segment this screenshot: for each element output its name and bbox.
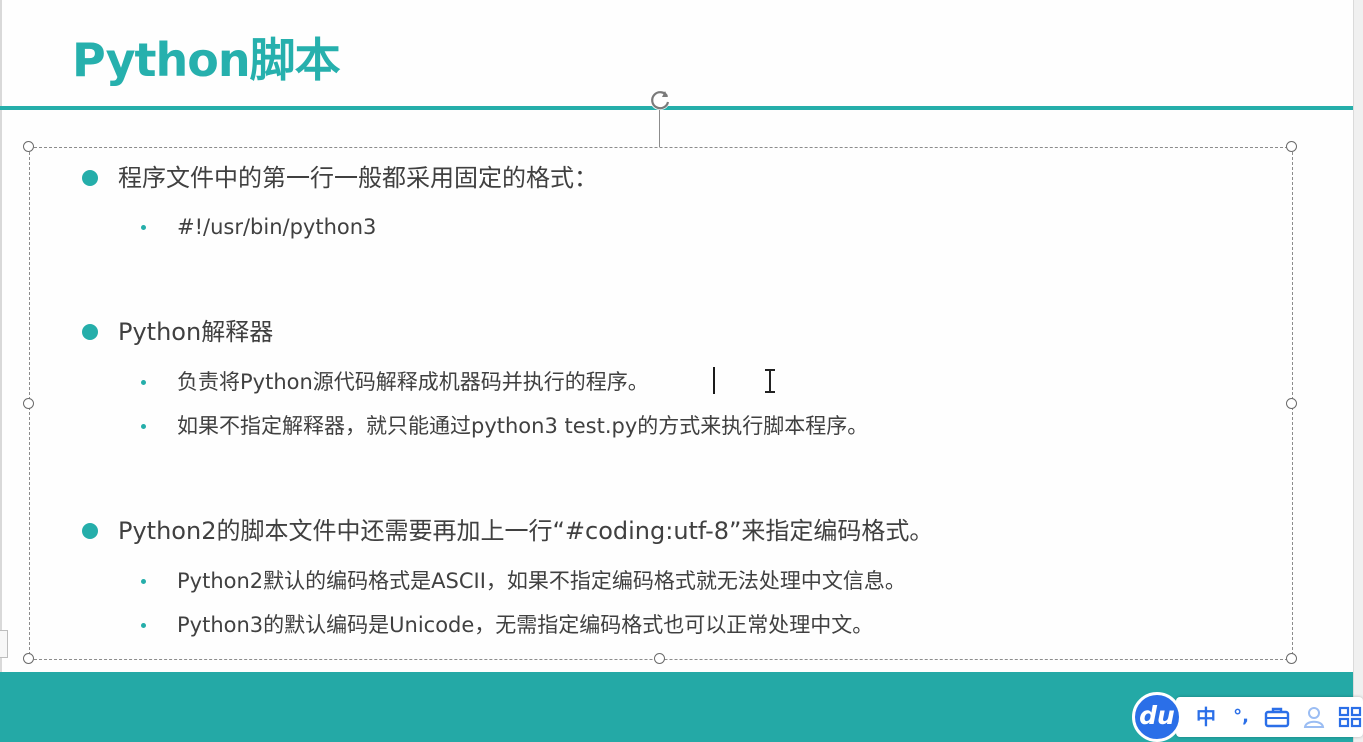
side-panel-tab[interactable] bbox=[0, 630, 8, 658]
ime-punctuation-toggle[interactable]: °, bbox=[1226, 702, 1256, 732]
resize-handle-bottom-left[interactable] bbox=[23, 653, 34, 664]
resize-handle-bottom-center[interactable] bbox=[654, 653, 665, 664]
resize-handle-top-left[interactable] bbox=[23, 141, 34, 152]
textbox-selection-frame[interactable] bbox=[29, 147, 1293, 660]
user-icon[interactable] bbox=[1302, 705, 1326, 729]
resize-handle-bottom-right[interactable] bbox=[1286, 653, 1297, 664]
resize-handle-top-right[interactable] bbox=[1286, 141, 1297, 152]
rotation-stem bbox=[659, 110, 660, 147]
rotate-handle-icon[interactable] bbox=[646, 86, 674, 114]
slide-canvas: Python脚本 程序文件中的第一行一般都采用固定的格式： #!/usr/bin… bbox=[0, 0, 1363, 742]
toolbox-icon[interactable] bbox=[1264, 706, 1290, 728]
ime-mode-toggle[interactable]: 中 bbox=[1192, 702, 1220, 732]
resize-handle-middle-left[interactable] bbox=[23, 398, 34, 409]
ime-logo[interactable]: du bbox=[1132, 692, 1182, 742]
grid-icon[interactable] bbox=[1338, 706, 1362, 728]
resize-handle-middle-right[interactable] bbox=[1286, 398, 1297, 409]
